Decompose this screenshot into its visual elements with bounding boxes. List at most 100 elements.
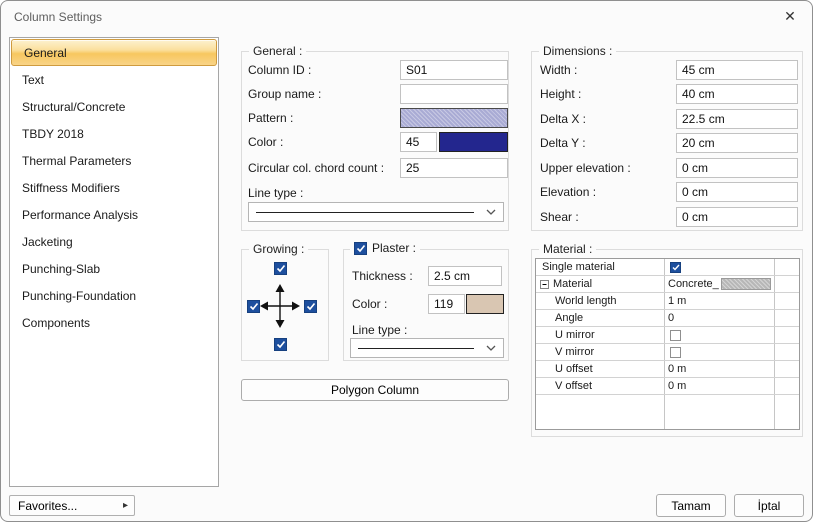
grow-left-checkbox[interactable] — [247, 300, 260, 313]
u-mirror-label: U mirror — [555, 329, 595, 341]
favorites-label: Favorites... — [18, 499, 77, 513]
v-offset-label-cell: V offset — [536, 380, 664, 392]
v-mirror-value-cell — [664, 347, 774, 358]
world-length-value-cell: 1 m — [664, 295, 774, 307]
material-table: Single material Material Concrete_ — [535, 258, 800, 430]
grow-up-checkbox[interactable] — [274, 262, 287, 275]
v-mirror-row[interactable]: V mirror — [536, 344, 799, 361]
material-row[interactable]: Material Concrete_ — [536, 276, 799, 293]
pattern-swatch[interactable] — [400, 108, 508, 128]
v-mirror-checkbox[interactable] — [670, 347, 681, 358]
sidebar: General Text Structural/Concrete TBDY 20… — [9, 37, 219, 487]
line-type-dropdown[interactable] — [248, 202, 504, 222]
sidebar-item-stiffness-modifiers[interactable]: Stiffness Modifiers — [10, 174, 218, 201]
elevation-input[interactable] — [676, 182, 798, 202]
sidebar-item-components[interactable]: Components — [10, 309, 218, 336]
elevation-label: Elevation : — [540, 182, 596, 202]
collapse-expander-icon[interactable] — [540, 280, 549, 289]
thickness-input[interactable] — [428, 266, 502, 286]
material-texture-swatch[interactable] — [721, 278, 771, 290]
plaster-checkbox[interactable] — [354, 242, 367, 255]
general-group-title: General : — [249, 44, 306, 58]
titlebar[interactable]: Column Settings ✕ — [1, 1, 812, 33]
sidebar-item-punching-foundation[interactable]: Punching-Foundation — [10, 282, 218, 309]
angle-row[interactable]: Angle 0 — [536, 310, 799, 327]
sidebar-item-structural-concrete[interactable]: Structural/Concrete — [10, 93, 218, 120]
favorites-button[interactable]: Favorites... ▸ — [9, 495, 135, 516]
v-offset-label: V offset — [555, 380, 592, 392]
cancel-button-label: İptal — [758, 499, 781, 513]
material-name: Concrete_ — [668, 278, 719, 290]
dimensions-group-title: Dimensions : — [539, 44, 616, 58]
plaster-color-label: Color : — [352, 294, 387, 314]
world-length-value: 1 m — [668, 295, 686, 307]
pattern-label: Pattern : — [248, 108, 293, 128]
single-material-checkbox[interactable] — [670, 262, 681, 273]
u-mirror-row[interactable]: U mirror — [536, 327, 799, 344]
color-label: Color : — [248, 132, 283, 152]
shear-label: Shear : — [540, 207, 579, 227]
ok-button-label: Tamam — [671, 499, 710, 513]
u-offset-row[interactable]: U offset 0 m — [536, 361, 799, 378]
height-input[interactable] — [676, 84, 798, 104]
world-length-row[interactable]: World length 1 m — [536, 293, 799, 310]
sidebar-item-jacketing[interactable]: Jacketing — [10, 228, 218, 255]
single-material-row[interactable]: Single material — [536, 259, 799, 276]
plaster-color-index-input[interactable] — [428, 294, 465, 314]
u-offset-label-cell: U offset — [536, 363, 664, 375]
plaster-color-swatch[interactable] — [466, 294, 504, 314]
material-value-cell: Concrete_ — [664, 278, 774, 290]
u-mirror-checkbox[interactable] — [670, 330, 681, 341]
upper-elevation-input[interactable] — [676, 158, 798, 178]
color-index-input[interactable] — [400, 132, 437, 152]
growing-group-title: Growing : — [249, 242, 308, 256]
ok-button[interactable]: Tamam — [656, 494, 726, 517]
cancel-button[interactable]: İptal — [734, 494, 804, 517]
line-sample — [256, 212, 474, 213]
group-name-label: Group name : — [248, 84, 321, 104]
u-mirror-label-cell: U mirror — [536, 329, 664, 341]
u-offset-value-cell: 0 m — [664, 363, 774, 375]
grow-right-checkbox[interactable] — [304, 300, 317, 313]
sidebar-item-punching-slab[interactable]: Punching-Slab — [10, 255, 218, 282]
delta-y-input[interactable] — [676, 133, 798, 153]
plaster-line-sample — [358, 348, 474, 349]
material-label-cell: Material — [536, 278, 664, 290]
sidebar-item-tbdy-2018[interactable]: TBDY 2018 — [10, 120, 218, 147]
plaster-group: Plaster : Thickness : Color : Line type … — [343, 249, 509, 361]
column-settings-dialog: Column Settings ✕ General Text Structura… — [0, 0, 813, 522]
window-title: Column Settings — [1, 10, 102, 24]
angle-label: Angle — [555, 312, 583, 324]
v-offset-value-cell: 0 m — [664, 380, 774, 392]
column-id-input[interactable] — [400, 60, 508, 80]
close-button[interactable]: ✕ — [768, 1, 812, 31]
sidebar-item-general[interactable]: General — [11, 39, 217, 66]
angle-value-cell: 0 — [664, 312, 774, 324]
plaster-line-type-dropdown[interactable] — [350, 338, 504, 358]
single-material-value-cell — [664, 262, 774, 273]
polygon-column-button[interactable]: Polygon Column — [241, 379, 509, 401]
world-length-label-cell: World length — [536, 295, 664, 307]
v-mirror-label-cell: V mirror — [536, 346, 664, 358]
shear-input[interactable] — [676, 207, 798, 227]
chord-count-input[interactable] — [400, 158, 508, 178]
v-offset-row[interactable]: V offset 0 m — [536, 378, 799, 395]
general-group: General : Column ID : Group name : Patte… — [241, 51, 509, 231]
material-label: Material — [553, 278, 592, 290]
delta-x-input[interactable] — [676, 109, 798, 129]
sidebar-item-text[interactable]: Text — [10, 66, 218, 93]
grow-down-checkbox[interactable] — [274, 338, 287, 351]
v-offset-value: 0 m — [668, 380, 686, 392]
group-name-input[interactable] — [400, 84, 508, 104]
growing-group: Growing : — [241, 249, 329, 361]
angle-value: 0 — [668, 312, 674, 324]
thickness-label: Thickness : — [352, 266, 413, 286]
width-input[interactable] — [676, 60, 798, 80]
u-offset-value: 0 m — [668, 363, 686, 375]
chevron-down-icon — [486, 209, 496, 215]
single-material-label: Single material — [542, 261, 615, 273]
sidebar-item-performance-analysis[interactable]: Performance Analysis — [10, 201, 218, 228]
v-mirror-label: V mirror — [555, 346, 594, 358]
sidebar-item-thermal-parameters[interactable]: Thermal Parameters — [10, 147, 218, 174]
column-color-swatch[interactable] — [439, 132, 508, 152]
